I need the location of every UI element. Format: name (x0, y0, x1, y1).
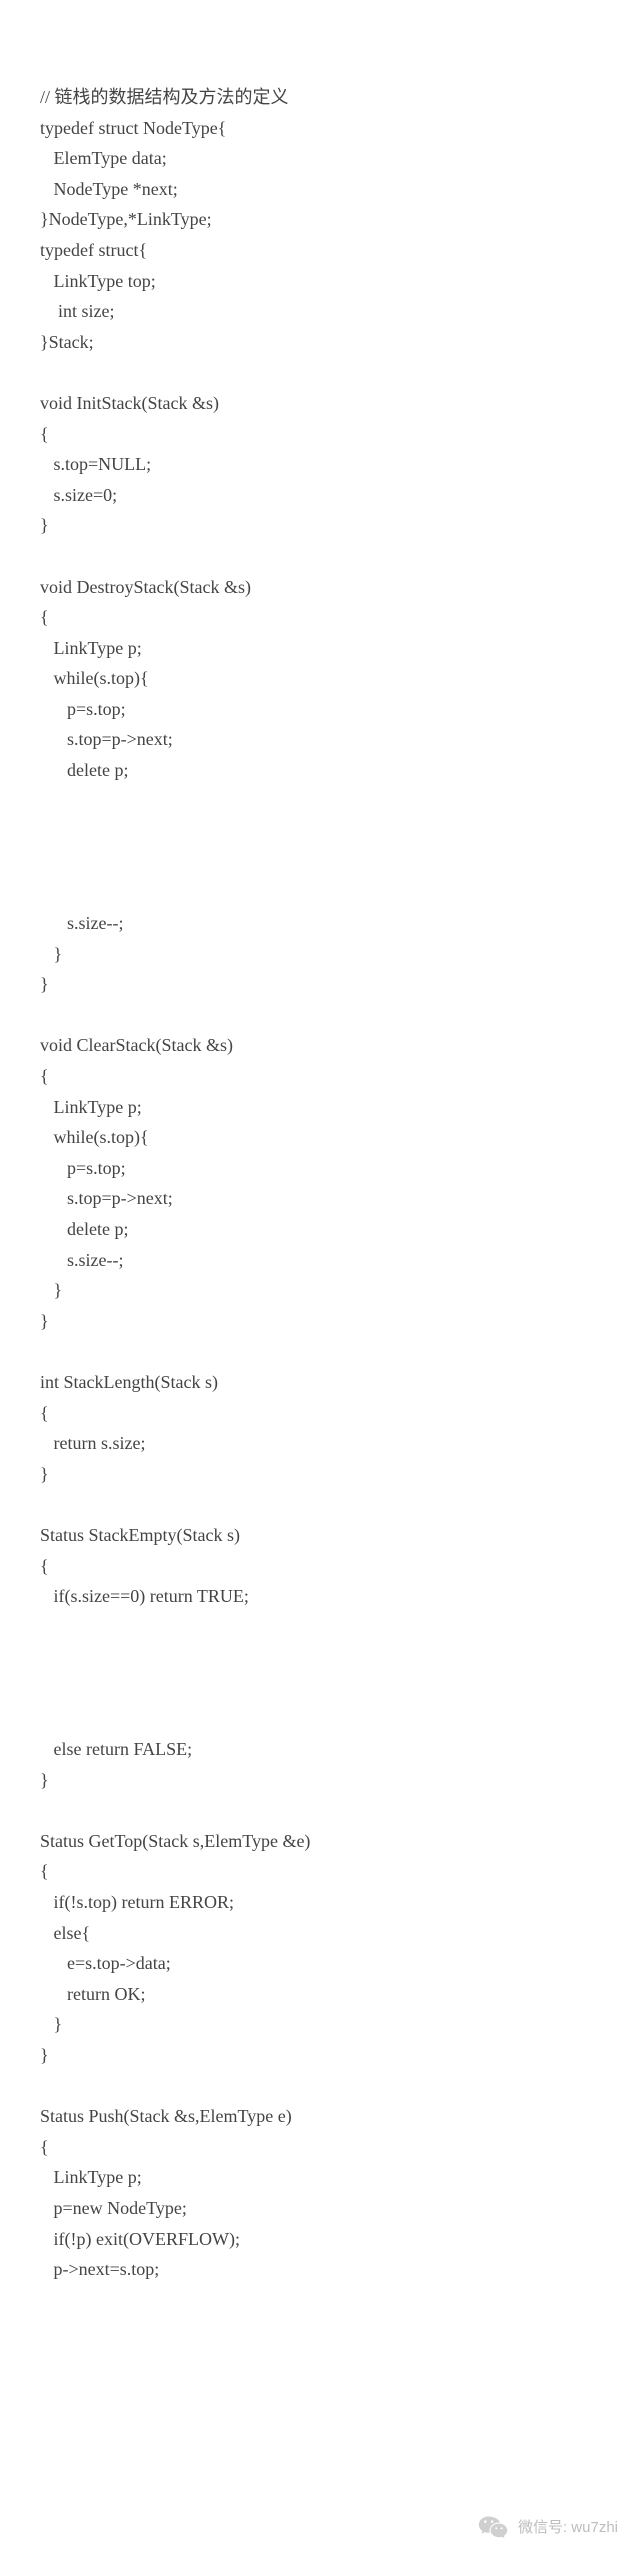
code-block: // 链栈的数据结构及方法的定义 typedef struct NodeType… (40, 82, 600, 2285)
footer-text: 微信号: wu7zhi (518, 2515, 618, 2541)
wechat-icon (478, 2515, 508, 2541)
footer-handle: wu7zhi (571, 2519, 618, 2536)
footer-prefix: 微信号: (518, 2519, 567, 2536)
footer-watermark: 微信号: wu7zhi (478, 2515, 618, 2541)
document-page: // 链栈的数据结构及方法的定义 typedef struct NodeType… (0, 0, 640, 2555)
